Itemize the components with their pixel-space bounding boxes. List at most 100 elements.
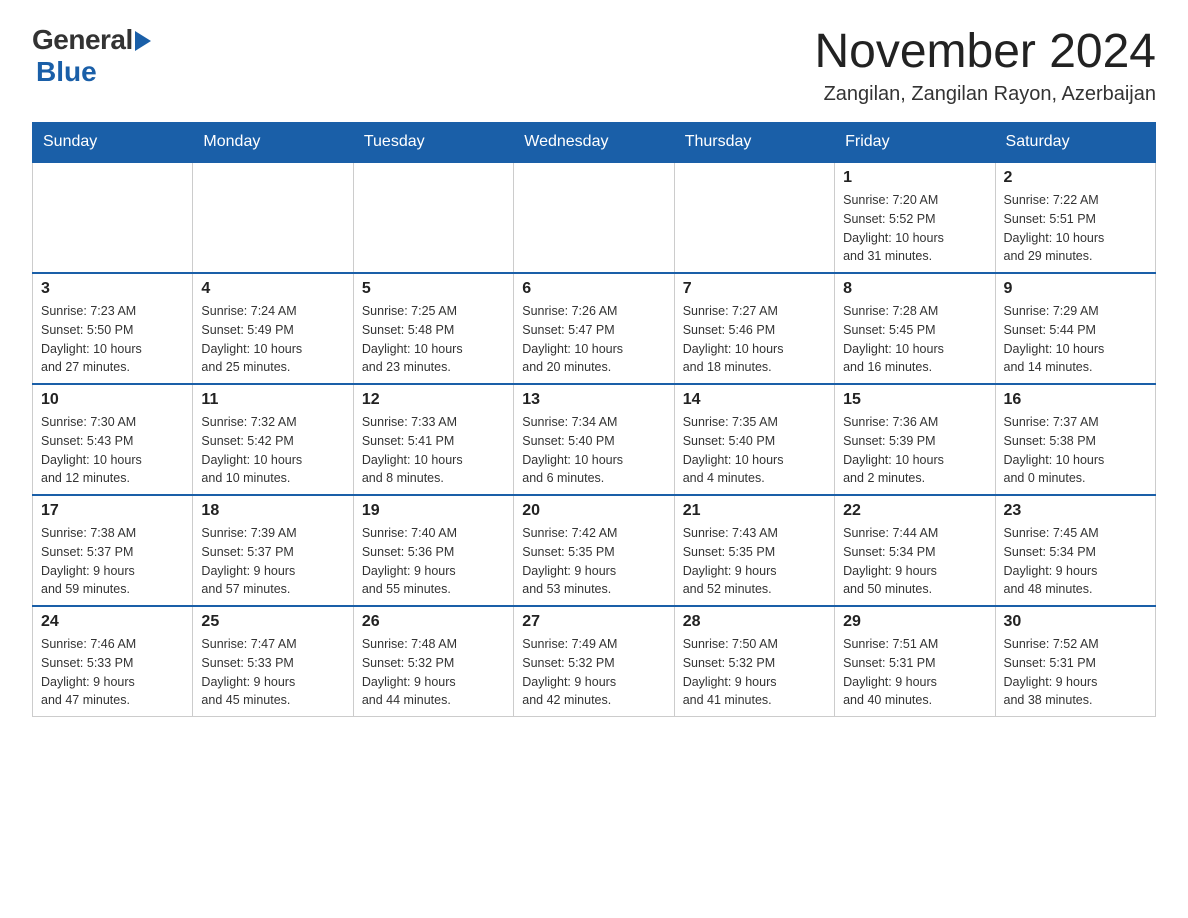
- calendar-cell: 13 Sunrise: 7:34 AM Sunset: 5:40 PM Dayli…: [514, 384, 674, 495]
- day-info: Sunrise: 7:52 AM Sunset: 5:31 PM Dayligh…: [1004, 635, 1147, 710]
- day-info: Sunrise: 7:32 AM Sunset: 5:42 PM Dayligh…: [201, 413, 344, 488]
- day-number: 11: [201, 391, 344, 409]
- day-info: Sunrise: 7:35 AM Sunset: 5:40 PM Dayligh…: [683, 413, 826, 488]
- day-info: Sunrise: 7:25 AM Sunset: 5:48 PM Dayligh…: [362, 302, 505, 377]
- week-row: 10 Sunrise: 7:30 AM Sunset: 5:43 PM Dayli…: [33, 384, 1156, 495]
- day-info: Sunrise: 7:23 AM Sunset: 5:50 PM Dayligh…: [41, 302, 184, 377]
- calendar-cell: 26Sunrise: 7:48 AM Sunset: 5:32 PM Dayli…: [353, 606, 513, 717]
- day-info: Sunrise: 7:30 AM Sunset: 5:43 PM Dayligh…: [41, 413, 184, 488]
- calendar-cell: 7Sunrise: 7:27 AM Sunset: 5:46 PM Daylig…: [674, 273, 834, 384]
- day-of-week-header: Sunday: [33, 123, 193, 163]
- day-info: Sunrise: 7:46 AM Sunset: 5:33 PM Dayligh…: [41, 635, 184, 710]
- calendar-cell: 27 Sunrise: 7:49 AM Sunset: 5:32 PM Dayli…: [514, 606, 674, 717]
- day-number: 7: [683, 280, 826, 298]
- day-of-week-header: Tuesday: [353, 123, 513, 163]
- day-info: Sunrise: 7:43 AM Sunset: 5:35 PM Dayligh…: [683, 524, 826, 599]
- day-info: Sunrise: 7:39 AM Sunset: 5:37 PM Dayligh…: [201, 524, 344, 599]
- day-info: Sunrise: 7:40 AM Sunset: 5:36 PM Dayligh…: [362, 524, 505, 599]
- calendar-cell: 15Sunrise: 7:36 AM Sunset: 5:39 PM Dayli…: [835, 384, 995, 495]
- day-of-week-header: Friday: [835, 123, 995, 163]
- logo: General Blue: [32, 24, 151, 88]
- day-number: 15: [843, 391, 986, 409]
- day-info: Sunrise: 7:48 AM Sunset: 5:32 PM Dayligh…: [362, 635, 505, 710]
- calendar-cell: 10 Sunrise: 7:30 AM Sunset: 5:43 PM Dayli…: [33, 384, 193, 495]
- calendar-cell: 25 Sunrise: 7:47 AM Sunset: 5:33 PM Dayli…: [193, 606, 353, 717]
- day-of-week-header: Wednesday: [514, 123, 674, 163]
- day-number: 29: [843, 613, 986, 631]
- day-number: 9: [1004, 280, 1147, 298]
- day-info: Sunrise: 7:33 AM Sunset: 5:41 PM Dayligh…: [362, 413, 505, 488]
- week-row: 24Sunrise: 7:46 AM Sunset: 5:33 PM Dayli…: [33, 606, 1156, 717]
- calendar-table: SundayMondayTuesdayWednesdayThursdayFrid…: [32, 122, 1156, 717]
- day-info: Sunrise: 7:37 AM Sunset: 5:38 PM Dayligh…: [1004, 413, 1147, 488]
- calendar-cell: 9 Sunrise: 7:29 AM Sunset: 5:44 PM Daylig…: [995, 273, 1155, 384]
- calendar-cell: 16 Sunrise: 7:37 AM Sunset: 5:38 PM Dayli…: [995, 384, 1155, 495]
- week-row: 17Sunrise: 7:38 AM Sunset: 5:37 PM Dayli…: [33, 495, 1156, 606]
- day-number: 18: [201, 502, 344, 520]
- day-number: 8: [843, 280, 986, 298]
- calendar-cell: [33, 162, 193, 273]
- calendar-cell: 17Sunrise: 7:38 AM Sunset: 5:37 PM Dayli…: [33, 495, 193, 606]
- title-area: November 2024 Zangilan, Zangilan Rayon, …: [814, 24, 1156, 106]
- calendar-cell: [193, 162, 353, 273]
- day-info: Sunrise: 7:49 AM Sunset: 5:32 PM Dayligh…: [522, 635, 665, 710]
- day-info: Sunrise: 7:50 AM Sunset: 5:32 PM Dayligh…: [683, 635, 826, 710]
- calendar-cell: 19Sunrise: 7:40 AM Sunset: 5:36 PM Dayli…: [353, 495, 513, 606]
- day-info: Sunrise: 7:34 AM Sunset: 5:40 PM Dayligh…: [522, 413, 665, 488]
- day-of-week-header: Monday: [193, 123, 353, 163]
- calendar-header-row: SundayMondayTuesdayWednesdayThursdayFrid…: [33, 123, 1156, 163]
- calendar-cell: [514, 162, 674, 273]
- calendar-cell: 23Sunrise: 7:45 AM Sunset: 5:34 PM Dayli…: [995, 495, 1155, 606]
- day-number: 4: [201, 280, 344, 298]
- day-number: 3: [41, 280, 184, 298]
- calendar-cell: [353, 162, 513, 273]
- calendar-cell: 11 Sunrise: 7:32 AM Sunset: 5:42 PM Dayli…: [193, 384, 353, 495]
- day-number: 21: [683, 502, 826, 520]
- calendar-cell: 21 Sunrise: 7:43 AM Sunset: 5:35 PM Dayli…: [674, 495, 834, 606]
- header: General Blue November 2024 Zangilan, Zan…: [32, 24, 1156, 106]
- week-row: 1Sunrise: 7:20 AM Sunset: 5:52 PM Daylig…: [33, 162, 1156, 273]
- day-number: 12: [362, 391, 505, 409]
- day-of-week-header: Thursday: [674, 123, 834, 163]
- calendar-cell: 5 Sunrise: 7:25 AM Sunset: 5:48 PM Daylig…: [353, 273, 513, 384]
- day-number: 10: [41, 391, 184, 409]
- calendar-cell: 12 Sunrise: 7:33 AM Sunset: 5:41 PM Dayli…: [353, 384, 513, 495]
- day-number: 22: [843, 502, 986, 520]
- day-number: 2: [1004, 169, 1147, 187]
- day-number: 16: [1004, 391, 1147, 409]
- calendar-cell: 4 Sunrise: 7:24 AM Sunset: 5:49 PM Daylig…: [193, 273, 353, 384]
- day-info: Sunrise: 7:24 AM Sunset: 5:49 PM Dayligh…: [201, 302, 344, 377]
- day-number: 25: [201, 613, 344, 631]
- day-info: Sunrise: 7:26 AM Sunset: 5:47 PM Dayligh…: [522, 302, 665, 377]
- week-row: 3 Sunrise: 7:23 AM Sunset: 5:50 PM Daylig…: [33, 273, 1156, 384]
- calendar-cell: 20 Sunrise: 7:42 AM Sunset: 5:35 PM Dayli…: [514, 495, 674, 606]
- day-number: 14: [683, 391, 826, 409]
- day-info: Sunrise: 7:42 AM Sunset: 5:35 PM Dayligh…: [522, 524, 665, 599]
- logo-arrow-icon: [135, 31, 151, 51]
- day-info: Sunrise: 7:29 AM Sunset: 5:44 PM Dayligh…: [1004, 302, 1147, 377]
- day-info: Sunrise: 7:45 AM Sunset: 5:34 PM Dayligh…: [1004, 524, 1147, 599]
- day-of-week-header: Saturday: [995, 123, 1155, 163]
- day-number: 13: [522, 391, 665, 409]
- day-info: Sunrise: 7:51 AM Sunset: 5:31 PM Dayligh…: [843, 635, 986, 710]
- calendar-cell: 2Sunrise: 7:22 AM Sunset: 5:51 PM Daylig…: [995, 162, 1155, 273]
- day-info: Sunrise: 7:47 AM Sunset: 5:33 PM Dayligh…: [201, 635, 344, 710]
- calendar-cell: [674, 162, 834, 273]
- calendar-cell: 30Sunrise: 7:52 AM Sunset: 5:31 PM Dayli…: [995, 606, 1155, 717]
- logo-blue-text: Blue: [36, 56, 97, 88]
- day-number: 28: [683, 613, 826, 631]
- logo-general-text: General: [32, 24, 133, 56]
- day-number: 20: [522, 502, 665, 520]
- calendar-cell: 8Sunrise: 7:28 AM Sunset: 5:45 PM Daylig…: [835, 273, 995, 384]
- day-number: 1: [843, 169, 986, 187]
- calendar-cell: 18 Sunrise: 7:39 AM Sunset: 5:37 PM Dayli…: [193, 495, 353, 606]
- day-number: 27: [522, 613, 665, 631]
- calendar-cell: 29 Sunrise: 7:51 AM Sunset: 5:31 PM Dayli…: [835, 606, 995, 717]
- calendar-cell: 24Sunrise: 7:46 AM Sunset: 5:33 PM Dayli…: [33, 606, 193, 717]
- day-info: Sunrise: 7:38 AM Sunset: 5:37 PM Dayligh…: [41, 524, 184, 599]
- day-number: 5: [362, 280, 505, 298]
- calendar-cell: 1Sunrise: 7:20 AM Sunset: 5:52 PM Daylig…: [835, 162, 995, 273]
- month-title: November 2024: [814, 24, 1156, 79]
- calendar-cell: 6Sunrise: 7:26 AM Sunset: 5:47 PM Daylig…: [514, 273, 674, 384]
- day-info: Sunrise: 7:44 AM Sunset: 5:34 PM Dayligh…: [843, 524, 986, 599]
